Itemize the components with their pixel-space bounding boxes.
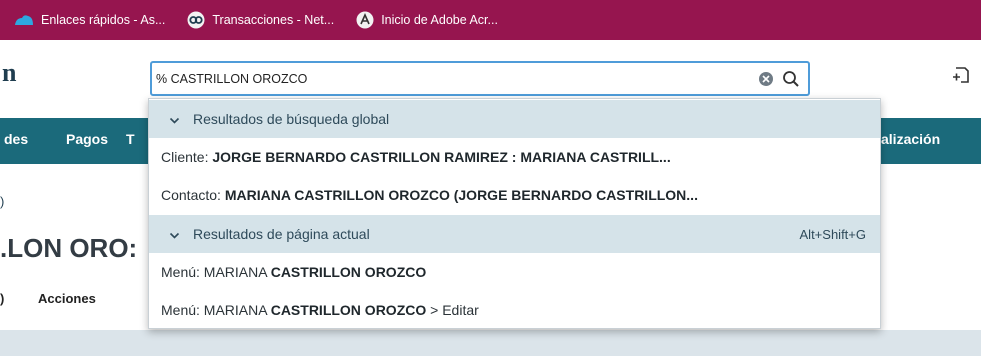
bookmark-enlaces-rapidos[interactable]: Enlaces rápidos - As... <box>14 13 165 27</box>
content-band <box>0 330 981 356</box>
page-tab[interactable]: ) <box>0 291 4 306</box>
result-contacto[interactable]: Contacto: MARIANA CASTRILLON OROZCO (JOR… <box>149 177 880 214</box>
section-title: Resultados de página actual <box>193 226 370 242</box>
result-text: Cliente: JORGE BERNARDO CASTRILLON RAMIR… <box>161 149 671 165</box>
cloud-icon <box>14 14 34 26</box>
nav-item-actividades[interactable]: des <box>4 131 28 147</box>
section-title: Resultados de búsqueda global <box>193 111 390 127</box>
nav-item-t[interactable]: T <box>126 131 135 147</box>
result-menu[interactable]: Menú: MARIANA CASTRILLON OROZCO <box>149 254 880 291</box>
result-cliente[interactable]: Cliente: JORGE BERNARDO CASTRILLON RAMIR… <box>149 139 880 176</box>
search-results-dropdown: Resultados de búsqueda global Cliente: J… <box>148 98 881 329</box>
nav-item-personalizacion[interactable]: alización <box>881 131 940 147</box>
bookmark-adobe-acrobat[interactable]: Inicio de Adobe Acr... <box>356 11 498 29</box>
clear-search-icon[interactable] <box>759 72 773 86</box>
breadcrumb[interactable]: ) <box>0 194 4 209</box>
global-results-header[interactable]: Resultados de búsqueda global <box>149 100 880 138</box>
bookmark-transacciones[interactable]: Transacciones - Net... <box>187 11 334 29</box>
bookmark-label: Inicio de Adobe Acr... <box>381 13 498 27</box>
nav-item-pagos[interactable]: Pagos <box>66 131 108 147</box>
global-search-box[interactable] <box>150 61 810 96</box>
recent-records-icon[interactable] <box>950 64 972 86</box>
search-input[interactable] <box>156 68 716 90</box>
adobe-acrobat-icon <box>356 11 374 29</box>
result-text: Menú: MARIANA CASTRILLON OROZCO <box>161 264 427 280</box>
bookmarks-bar: Enlaces rápidos - As... Transacciones - … <box>0 0 981 40</box>
bookmark-label: Enlaces rápidos - As... <box>41 13 166 27</box>
page-results-header[interactable]: Resultados de página actual Alt+Shift+G <box>149 215 880 253</box>
bookmark-label: Transacciones - Net... <box>212 13 335 27</box>
keyboard-shortcut: Alt+Shift+G <box>799 227 866 242</box>
netsuite-logo-icon <box>187 11 205 29</box>
result-text: Menú: MARIANA CASTRILLON OROZCO > Editar <box>161 302 479 318</box>
app-logo[interactable]: n <box>2 58 16 88</box>
search-icon[interactable] <box>782 70 800 88</box>
chevron-down-icon <box>169 113 180 124</box>
result-text: Contacto: MARIANA CASTRILLON OROZCO (JOR… <box>161 187 698 203</box>
actions-menu[interactable]: Acciones <box>38 291 96 306</box>
result-menu-editar[interactable]: Menú: MARIANA CASTRILLON OROZCO > Editar <box>149 292 880 329</box>
page-title: .LON ORO: <box>0 233 138 263</box>
app-window: Enlaces rápidos - As... Transacciones - … <box>0 0 981 356</box>
chevron-down-icon <box>169 228 180 239</box>
